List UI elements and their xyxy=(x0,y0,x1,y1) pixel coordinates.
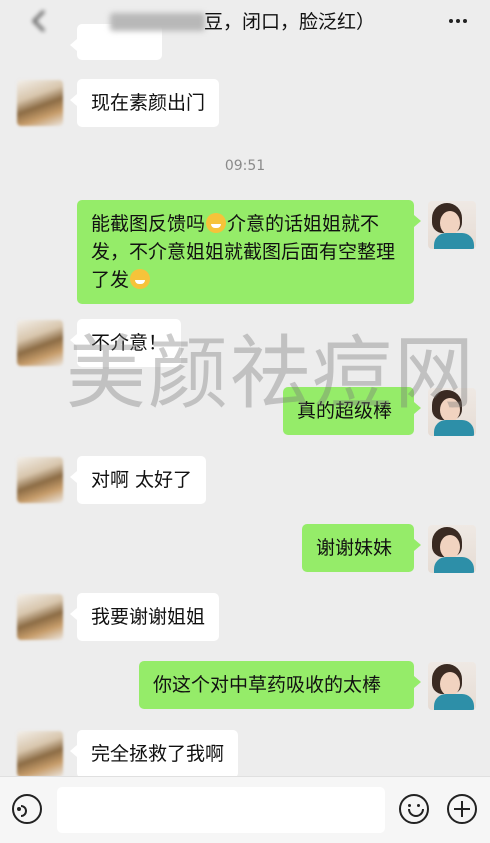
message-text: 能截图反馈吗 xyxy=(91,213,206,235)
watermark-text: 美颜祛痘网 xyxy=(66,327,476,420)
self-avatar[interactable] xyxy=(428,525,476,573)
contact-avatar[interactable] xyxy=(17,320,63,366)
plus-icon[interactable] xyxy=(447,794,477,824)
voice-icon[interactable] xyxy=(12,794,42,824)
contact-avatar[interactable] xyxy=(17,594,63,640)
self-avatar[interactable] xyxy=(428,662,476,710)
message-bubble-sent[interactable]: 谢谢妹妹 xyxy=(302,524,421,572)
smile-emoji-icon xyxy=(130,269,151,289)
message-bubble-received[interactable]: 对啊 太好了 xyxy=(69,456,207,504)
message-input[interactable] xyxy=(57,787,385,833)
more-icon[interactable] xyxy=(446,8,470,34)
input-bar xyxy=(0,776,490,843)
message-bubble-received[interactable]: 我要谢谢姐姐 xyxy=(69,593,220,641)
back-icon[interactable] xyxy=(28,8,54,34)
contact-avatar[interactable] xyxy=(17,80,63,126)
grin-emoji-icon xyxy=(206,213,227,233)
chat-title-text: 豆，闭口，脸泛红） xyxy=(204,11,376,33)
timestamp: 09:51 xyxy=(224,158,266,174)
blurred-name xyxy=(110,13,205,31)
self-avatar[interactable] xyxy=(428,201,476,249)
emoji-icon[interactable] xyxy=(399,794,429,824)
contact-avatar[interactable] xyxy=(17,731,63,776)
message-bubble-received[interactable]: 现在素颜出门 xyxy=(69,79,220,127)
message-bubble-sent[interactable]: 能截图反馈吗 介意的话姐姐就不发，不介意姐姐就截图后面有空整理了发 xyxy=(77,200,421,304)
contact-avatar[interactable] xyxy=(17,457,63,503)
chat-title: 豆，闭口，脸泛红） xyxy=(110,6,420,38)
message-bubble-sent[interactable]: 你这个对中草药吸收的太棒 xyxy=(139,661,421,709)
message-bubble-received[interactable]: 完全拯救了我啊 xyxy=(69,730,239,776)
chat-header: 豆，闭口，脸泛红） xyxy=(0,0,490,44)
